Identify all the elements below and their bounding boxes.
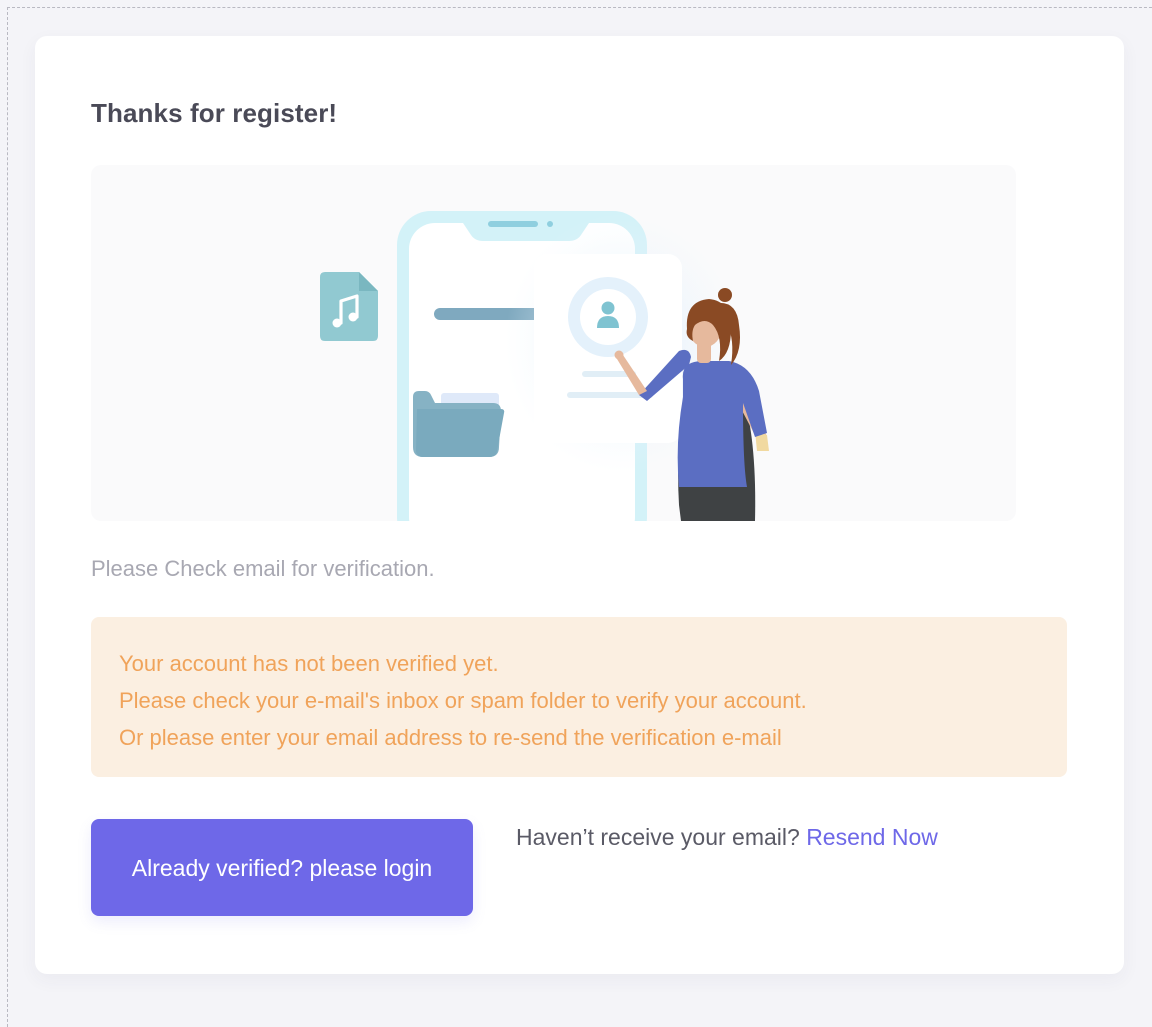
verification-alert: Your account has not been verified yet. … — [91, 617, 1067, 777]
verification-card: Thanks for register! Please Check email … — [35, 36, 1124, 974]
alert-line: Or please enter your email address to re… — [119, 725, 782, 750]
alert-line: Your account has not been verified yet. — [119, 651, 499, 676]
login-button[interactable]: Already verified? please login — [91, 819, 473, 916]
resend-row: Haven’t receive your email? Resend Now — [516, 824, 938, 851]
resend-prompt: Haven’t receive your email? — [516, 824, 800, 850]
music-file-icon — [320, 272, 378, 341]
check-email-text: Please Check email for verification. — [91, 556, 435, 581]
folder-icon — [413, 391, 505, 457]
profile-card — [534, 254, 682, 443]
alert-line: Please check your e-mail's inbox or spam… — [119, 688, 807, 713]
page-title: Thanks for register! — [91, 98, 338, 128]
registration-illustration — [91, 165, 1016, 521]
resend-now-link[interactable]: Resend Now — [806, 824, 938, 850]
